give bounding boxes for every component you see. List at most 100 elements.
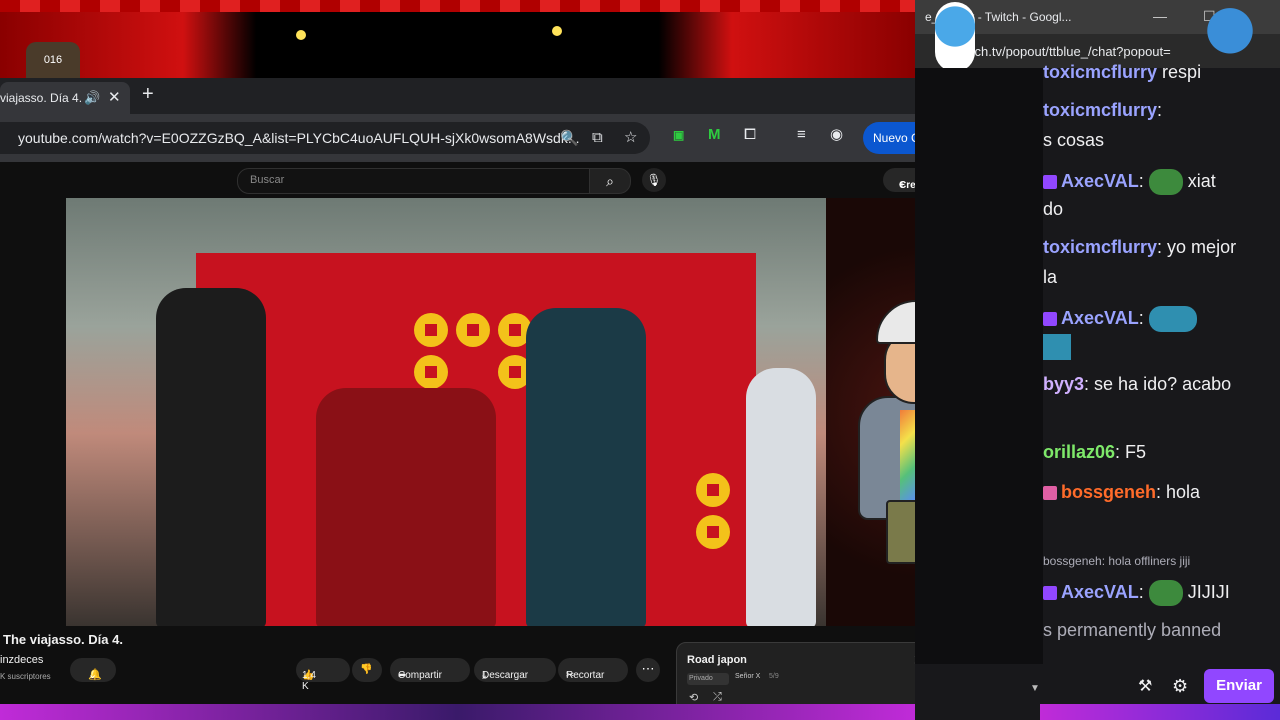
browser-tab[interactable]: viajasso. Día 4. 🔊 ✕: [0, 82, 130, 114]
chat-hidden-area: [915, 68, 1043, 664]
chat-username[interactable]: orillaz06: [1043, 442, 1115, 462]
clip-label: Recortar: [566, 670, 605, 681]
search-placeholder: Buscar: [250, 174, 285, 186]
chat-url-text[interactable]: twitch.tv/popout/ttblue_/chat?popout=: [955, 44, 1171, 59]
media-control-icon[interactable]: ≡: [797, 126, 806, 143]
extensions-puzzle-icon[interactable]: ⧠: [744, 126, 756, 143]
chat-message: toxicmcflurry respi: [1043, 62, 1201, 83]
mon-crest: [696, 515, 730, 549]
chat-username[interactable]: AxecVAL: [1061, 171, 1139, 191]
pepe-emote-icon: [1148, 580, 1183, 606]
mod-tools-icon[interactable]: ⚒: [1138, 676, 1152, 696]
like-button[interactable]: 👍 1,4 K: [296, 658, 350, 692]
chevron-down-icon: ⌄: [88, 669, 98, 681]
pepe-emote-icon: [1148, 306, 1197, 332]
curtain-valance: [0, 0, 915, 12]
chat-text: respi: [1157, 62, 1202, 82]
tab-bar: viajasso. Día 4. 🔊 ✕ + — ☐ ✕: [0, 78, 1043, 114]
close-tab-icon[interactable]: ✕: [108, 88, 121, 106]
chat-username[interactable]: toxicmcflurry: [1043, 100, 1157, 120]
sub-badge-icon: [1043, 312, 1057, 326]
chat-username[interactable]: bossgeneh: [1061, 482, 1156, 502]
chat-username[interactable]: AxecVAL: [1061, 308, 1139, 328]
smurf-sticker: [935, 2, 975, 72]
search-input[interactable]: Buscar: [237, 168, 591, 194]
search-icon: ⌕: [606, 173, 614, 189]
chat-settings-gear-icon[interactable]: ⚙: [1172, 676, 1188, 697]
minimize-icon[interactable]: —: [1153, 8, 1167, 24]
chat-text: : yo mejor: [1157, 237, 1237, 257]
person-left: [156, 288, 266, 626]
chat-continuation: s cosas: [1043, 130, 1105, 150]
privacy-badge: Privado: [687, 673, 729, 685]
more-actions-icon[interactable]: ⋯: [636, 658, 660, 682]
chat-message: AxecVAL:: [1043, 306, 1197, 332]
playlist-owner[interactable]: Señor X: [735, 673, 760, 680]
chat-message: toxicmcflurry: yo mejor: [1043, 237, 1236, 258]
chat-text: : se ha ido? acabo: [1084, 374, 1232, 394]
scroll-down-icon[interactable]: ▼: [1030, 683, 1040, 694]
channel-name[interactable]: inzdeces: [0, 654, 43, 666]
smurf-sticker: [1205, 2, 1255, 74]
playlist-panel: Road japon ✕ Privado Señor X 5/9 ⟲ ⤮ ⋮: [676, 642, 938, 704]
person-right: [526, 308, 646, 626]
dislike-button[interactable]: 👎: [352, 658, 382, 682]
chat-username[interactable]: AxecVAL: [1061, 582, 1139, 602]
playlist-position: 5/9: [769, 673, 779, 680]
chat-text: : hola: [1156, 482, 1201, 502]
sub-badge-icon: [1043, 175, 1057, 189]
address-bar[interactable]: youtube.com/watch?v=E0OZZGzBQ_A&list=PLY…: [0, 122, 650, 154]
chat-username[interactable]: toxicmcflurry: [1043, 62, 1157, 82]
chat-system-message: s permanently banned: [1043, 620, 1222, 640]
download-button[interactable]: ⤓ Descargar: [474, 658, 556, 682]
chat-username[interactable]: toxicmcflurry: [1043, 237, 1157, 257]
zoom-icon[interactable]: 🔍: [560, 129, 579, 147]
stage-curtain: [0, 0, 915, 78]
chat-message: AxecVAL: JIJIJI: [1043, 580, 1230, 606]
clip-button[interactable]: ✂ Recortar: [558, 658, 628, 682]
like-count: 1,4 K: [302, 670, 316, 692]
search-button[interactable]: ⌕: [589, 168, 631, 194]
loop-icon[interactable]: ⟲: [689, 691, 698, 704]
chat-username[interactable]: byy3: [1043, 374, 1084, 394]
mon-crest: [696, 473, 730, 507]
playlist-title[interactable]: Road japon: [687, 654, 747, 666]
subscribe-bell-button[interactable]: 🔔 ⌄: [70, 658, 116, 682]
shuffle-icon[interactable]: ⤮: [713, 691, 722, 704]
chat-message: toxicmcflurry:: [1043, 100, 1162, 121]
send-chat-button[interactable]: Enviar: [1204, 669, 1274, 703]
cat-label: 016: [43, 54, 63, 66]
thumbs-down-icon: 👎: [360, 664, 373, 675]
subscriber-count: K suscriptores: [0, 672, 51, 681]
chat-message: bossgeneh: hola: [1043, 482, 1200, 503]
gift-badge-icon: [1043, 486, 1057, 501]
url-text[interactable]: youtube.com/watch?v=E0OZZGzBQ_A&list=PLY…: [18, 130, 580, 146]
browser-toolbar: youtube.com/watch?v=E0OZZGzBQ_A&list=PLY…: [0, 114, 1043, 162]
video-title: The viajasso. Día 4.: [3, 632, 123, 647]
profile-icon[interactable]: ◉: [830, 125, 843, 143]
chat-message: orillaz06: F5: [1043, 442, 1146, 463]
chat-text: :: [1138, 307, 1144, 328]
twitch-chat-window: e_ - Chat - Twitch - Googl... — ☐ twitch…: [915, 0, 1280, 720]
neon-border: [1040, 704, 1280, 720]
share-label: Compartir: [398, 670, 442, 681]
share-button[interactable]: ➦ Compartir: [390, 658, 470, 682]
neon-border: [0, 704, 915, 720]
mon-crest: [414, 355, 448, 389]
cat-overlay: 016: [26, 42, 80, 78]
extension-m-icon[interactable]: M: [708, 126, 721, 143]
microphone-icon[interactable]: 🎙: [642, 168, 666, 192]
pepe-emote-icon: [1148, 169, 1183, 195]
extension-icon[interactable]: ▣: [673, 128, 684, 142]
bookmark-star-icon[interactable]: ☆: [624, 128, 637, 146]
chat-text: :: [1138, 581, 1149, 602]
chat-text: :: [1157, 100, 1163, 120]
install-icon[interactable]: ⧉: [592, 129, 603, 146]
new-tab-button[interactable]: +: [142, 83, 154, 106]
sub-badge-icon: [1043, 586, 1057, 600]
mon-crest: [414, 313, 448, 347]
stage-light: [552, 26, 562, 36]
speaker-icon[interactable]: 🔊: [84, 90, 100, 106]
video-player[interactable]: [66, 198, 826, 626]
download-label: Descargar: [482, 670, 529, 681]
